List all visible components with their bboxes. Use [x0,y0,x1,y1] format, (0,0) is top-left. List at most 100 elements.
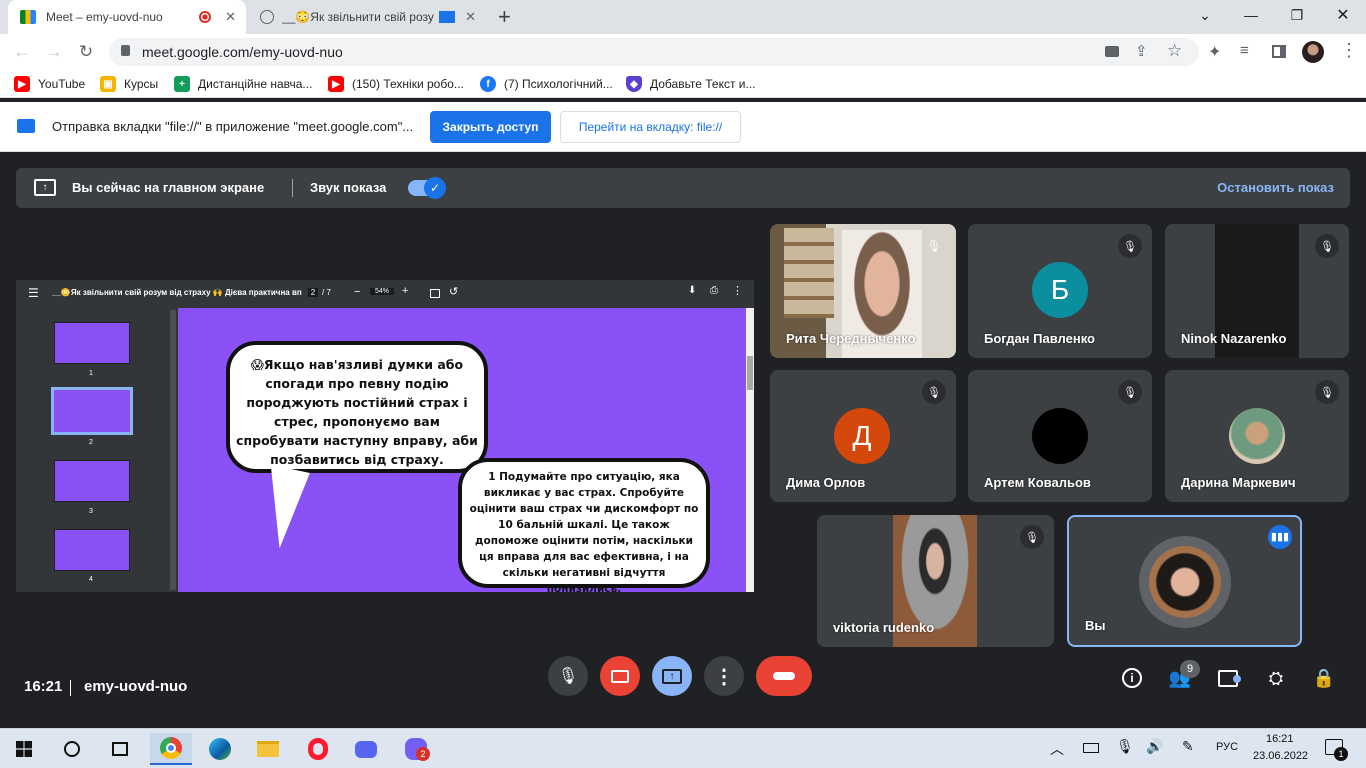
check-icon: ✓ [424,177,446,199]
self-avatar [1149,546,1221,618]
media-control-icon[interactable]: ≡ [1240,42,1249,59]
menu-icon[interactable]: ⋮ [1340,40,1358,61]
sheets-icon: + [174,76,190,92]
microphone-tray-icon[interactable]: 🎙 [1116,738,1134,755]
address-bar[interactable]: meet.google.com/emy-uovd-nuo ⇪ ☆ [109,38,1199,66]
pdf-title: __😳Як звільнити свій розум від страху 🙌 … [52,288,302,297]
download-icon[interactable]: ⬇ [688,285,696,296]
bookmark-add-text[interactable]: ◆ Добавьте Текст и... [626,76,756,92]
participant-tile-darina[interactable]: 🎙 Дарина Маркевич [1165,370,1349,502]
fit-page-icon[interactable] [430,289,440,298]
tab-pdf[interactable]: __😳Як звільнити свій розу ✕ [248,0,486,34]
participant-name: Богдан Павленко [984,331,1095,346]
participant-name: Рита Чередныченко [786,331,916,346]
pdf-scrollbar[interactable] [746,308,754,592]
edge-icon[interactable] [200,733,240,765]
minimize-icon[interactable]: — [1228,0,1274,30]
bookmark-youtube[interactable]: ▶ YouTube [14,76,85,92]
close-tab-icon[interactable]: ✕ [225,9,236,25]
reload-icon[interactable]: ↻ [74,40,98,64]
classroom-icon: ▣ [100,76,116,92]
zoom-in-icon[interactable]: + [402,285,408,297]
switch-to-tab-button[interactable]: Перейти на вкладку: file:// [560,111,741,143]
back-icon[interactable]: ← [10,40,34,64]
windows-start-icon[interactable] [4,733,44,765]
bookmark-distance[interactable]: + Дистанційне навча... [174,76,312,92]
bookmark-techniques[interactable]: ▶ (150) Техніки робо... [328,76,464,92]
tab-meet[interactable]: Meet – emy-uovd-nuo ✕ [8,0,246,34]
camera-off-button[interactable] [600,656,640,696]
pdf-menu-icon[interactable]: ☰ [28,286,39,300]
participant-tile-self[interactable]: ▮▮▮ Вы [1067,515,1302,647]
meeting-details-icon[interactable]: i [1118,664,1146,692]
opera-icon[interactable] [298,733,338,765]
pdf-page-input[interactable]: 2 [308,288,318,297]
participant-name: Дарина Маркевич [1181,475,1296,490]
close-tab-icon[interactable]: ✕ [465,9,476,25]
stop-sharing-button[interactable]: Закрыть доступ [430,111,551,143]
pdf-thumbnail[interactable] [54,460,130,502]
tab-search-icon[interactable]: ⌄ [1182,0,1228,30]
task-view-icon[interactable] [100,733,140,765]
bookmark-psych[interactable]: f (7) Психологічний... [480,76,613,92]
host-controls-icon[interactable]: 🔒 [1310,664,1338,692]
rotate-icon[interactable]: ↺ [449,285,458,298]
activities-icon[interactable]: ⛭ [1262,664,1290,692]
sound-toggle[interactable]: ✓ [408,177,446,199]
chrome-icon[interactable] [150,733,192,765]
clock-date[interactable]: 23.06.2022 [1253,750,1308,762]
participant-tile-viktoria[interactable]: 🎙 viktoria rudenko [817,515,1054,647]
more-options-button[interactable]: ⋮ [704,656,744,696]
pen-icon[interactable]: ✎ [1182,738,1194,755]
bookmark-courses[interactable]: ▣ Курсы [100,76,158,92]
forward-icon[interactable]: → [42,40,66,64]
pdf-thumbnail[interactable] [54,529,130,571]
sidebar-scrollbar[interactable] [170,310,176,590]
print-icon[interactable]: ⎙ [710,285,718,296]
microphone-icon: 🎙 [557,668,579,685]
leave-call-button[interactable] [756,656,812,696]
restore-icon[interactable]: ❐ [1274,0,1320,30]
discord-icon[interactable] [346,733,386,765]
new-tab-button[interactable]: + [498,4,511,30]
windows-taskbar: 2 ︿ 🎙 🔊 ✎ РУС 16:21 23.06.2022 1 [0,728,1366,768]
battery-icon[interactable] [1083,743,1099,753]
zoom-out-icon[interactable]: − [354,286,360,298]
scroll-thumb[interactable] [747,356,753,390]
clock-time[interactable]: 16:21 [1266,733,1294,745]
language-indicator[interactable]: РУС [1216,741,1238,753]
side-panel-icon[interactable] [1272,45,1286,58]
viber-icon[interactable] [396,733,436,765]
volume-icon[interactable]: 🔊 [1146,738,1163,755]
participant-tile-rita[interactable]: 🎙 Рита Чередныченко [770,224,956,358]
participant-tile-dima[interactable]: Д 🎙 Дима Орлов [770,370,956,502]
stop-presenting-link[interactable]: Остановить показ [1217,180,1334,195]
pdf-more-icon[interactable]: ⋮ [732,284,743,297]
pdf-thumbnail[interactable] [54,322,130,364]
participant-name: Дима Орлов [786,475,866,490]
extensions-icon[interactable]: ✦ [1208,42,1221,62]
participant-tile-bogdan[interactable]: Б 🎙 Богдан Павленко [968,224,1152,358]
mic-off-icon: 🎙 [1118,380,1142,404]
pdf-zoom[interactable]: 54% [370,288,394,295]
profile-avatar[interactable] [1302,41,1324,63]
search-icon[interactable] [52,733,92,765]
share-icon[interactable]: ⇪ [1135,42,1148,60]
browser-tab-strip: Meet – emy-uovd-nuo ✕ __😳Як звільнити св… [0,0,1366,34]
lock-icon [121,45,130,56]
participant-tile-artem[interactable]: 🎙 Артем Ковальов [968,370,1152,502]
meet-window: ↑ Вы сейчас на главном экране Звук показ… [0,152,1366,728]
youtube-icon: ▶ [328,76,344,92]
show-hidden-icons[interactable]: ︿ [1050,739,1064,759]
close-window-icon[interactable]: ✕ [1320,0,1366,30]
mic-off-icon: 🎙 [1315,380,1339,404]
mic-off-icon: 🎙 [926,239,942,253]
mic-button[interactable]: 🎙 [548,656,588,696]
present-button[interactable]: ↑ [652,656,692,696]
camera-icon[interactable] [1105,46,1119,57]
meeting-time: 16:21 [24,678,63,695]
bookmark-star-icon[interactable]: ☆ [1167,41,1182,61]
participant-tile-ninok[interactable]: 🎙 Ninok Nazarenko [1165,224,1349,358]
file-explorer-icon[interactable] [248,733,288,765]
pdf-thumbnail-selected[interactable] [51,387,133,435]
